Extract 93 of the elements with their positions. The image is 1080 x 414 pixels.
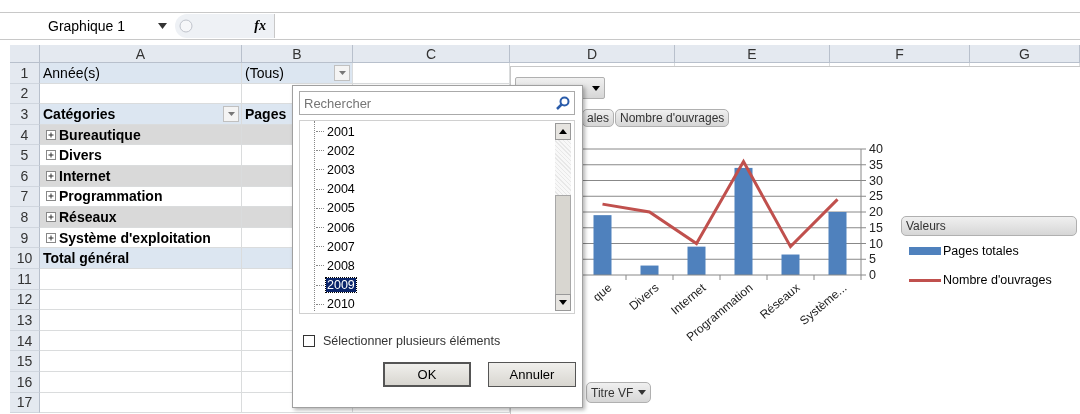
expand-icon[interactable]	[46, 170, 56, 181]
list-item[interactable]: 2008	[326, 258, 356, 273]
scroll-down-button[interactable]	[555, 294, 571, 311]
cell-text: Réseaux	[59, 208, 118, 225]
up-arrow-icon	[559, 129, 567, 134]
list-item[interactable]: 2006	[326, 220, 356, 235]
row-header[interactable]: 13	[10, 310, 40, 331]
expand-icon[interactable]	[46, 129, 56, 140]
insert-function-button[interactable]: fx	[254, 18, 266, 34]
table-cell: Année(s)	[40, 63, 242, 84]
category-label: que	[590, 280, 615, 305]
bar	[687, 246, 706, 275]
cell-text: Bureautique	[59, 126, 142, 143]
scroll-thumb[interactable]	[555, 195, 571, 295]
expand-icon[interactable]	[46, 232, 56, 243]
dropdown-button[interactable]	[223, 106, 239, 122]
caret-icon	[638, 390, 647, 395]
cancel-button[interactable]: Annuler	[488, 362, 576, 387]
table-cell: Total général	[40, 248, 242, 269]
row-header[interactable]: 11	[10, 268, 40, 290]
legend-label: Nombre d'ouvrages	[943, 273, 1052, 287]
search-icon	[556, 96, 570, 110]
list-item[interactable]: 2010	[326, 297, 356, 312]
axis-label: 20	[869, 205, 883, 219]
checkbox-label: Sélectionner plusieurs éléments	[323, 334, 501, 348]
row-header[interactable]: 5	[10, 145, 40, 166]
axis-label: 30	[869, 173, 883, 188]
caret-icon	[158, 23, 167, 29]
axis-label: 5	[869, 252, 876, 267]
cell-text: Système d'exploitation	[59, 229, 212, 246]
cell-text: Catégories	[43, 106, 117, 122]
list-item[interactable]: 2004	[326, 182, 356, 197]
column-header[interactable]: E	[675, 45, 830, 63]
column-header[interactable]: D	[510, 45, 675, 63]
cell-text: Divers	[59, 147, 103, 164]
row-header[interactable]: 10	[10, 248, 40, 269]
bar	[640, 265, 659, 275]
scrollbar[interactable]	[555, 123, 571, 311]
down-arrow-icon	[559, 300, 567, 305]
list-item[interactable]: 2007	[326, 239, 356, 254]
axis-label: 35	[869, 157, 883, 172]
checkbox[interactable]	[303, 335, 315, 347]
bar	[828, 212, 847, 275]
row-header[interactable]: 7	[10, 186, 40, 208]
search-field[interactable]: Rechercher	[299, 91, 575, 115]
row-header[interactable]: 17	[10, 392, 40, 414]
axis-label: 25	[869, 189, 883, 204]
name-box[interactable]: Graphique 1	[30, 13, 175, 39]
bar	[593, 215, 612, 275]
row-header[interactable]: 16	[10, 371, 40, 393]
list-item[interactable]: 2001	[326, 124, 356, 139]
column-header[interactable]: C	[353, 45, 510, 63]
row-header[interactable]: 1	[10, 63, 40, 84]
ok-button[interactable]: OK	[383, 362, 471, 387]
expand-icon[interactable]	[46, 211, 56, 222]
row-header[interactable]: 2	[10, 83, 40, 105]
legend-label: Pages totales	[943, 244, 1019, 258]
button-label: Titre VF	[591, 385, 634, 400]
column-header[interactable]: B	[242, 45, 353, 63]
scroll-up-button[interactable]	[555, 123, 571, 140]
row-header[interactable]: 6	[10, 165, 40, 187]
cell-text: (Tous)	[245, 64, 285, 81]
expand-icon[interactable]	[46, 191, 56, 202]
legend-field-button[interactable]: Valeurs	[901, 216, 1077, 236]
caret-icon	[227, 112, 235, 116]
row-header[interactable]: 14	[10, 330, 40, 352]
value-field-button[interactable]: Nombre d'ouvrages	[615, 109, 730, 127]
cell-text: Programmation	[59, 188, 164, 205]
row-header[interactable]: 15	[10, 351, 40, 372]
column-header[interactable]: F	[830, 45, 970, 63]
row-header[interactable]: 8	[10, 207, 40, 228]
caret-icon	[338, 70, 346, 75]
value-field-button[interactable]: ales	[582, 109, 614, 127]
row-header[interactable]: 4	[10, 124, 40, 146]
caret-icon	[592, 85, 600, 91]
axis-label: 10	[869, 236, 883, 251]
column-header[interactable]: A	[40, 45, 242, 63]
list-item[interactable]: 2005	[326, 201, 356, 216]
axis-field-button[interactable]: Titre VF	[586, 382, 652, 403]
row-header[interactable]: 3	[10, 104, 40, 125]
expand-icon[interactable]	[46, 150, 56, 161]
dropdown-button[interactable]	[334, 64, 350, 81]
axis-label: 15	[869, 220, 883, 235]
list-item[interactable]: 2003	[326, 162, 356, 177]
axis-label: 40	[869, 142, 883, 156]
bar	[781, 254, 800, 275]
row-header[interactable]: 12	[10, 289, 40, 311]
row-header[interactable]: 9	[10, 227, 40, 249]
column-header[interactable]: G	[970, 45, 1080, 63]
cell-text: Internet	[59, 167, 112, 184]
list-item[interactable]: 2009	[326, 278, 356, 293]
axis-label: 0	[869, 268, 876, 282]
list-item[interactable]: 2002	[326, 143, 356, 158]
